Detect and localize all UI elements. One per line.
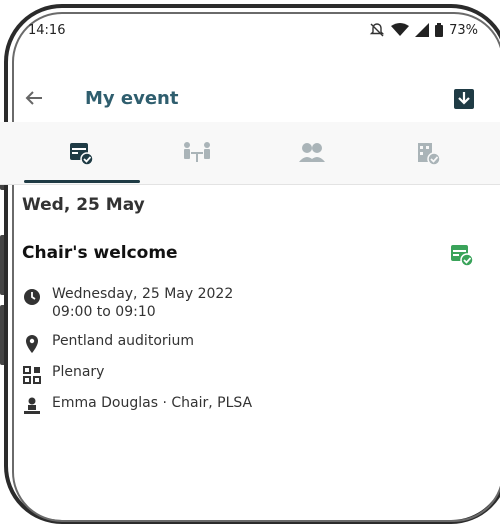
session-time: 09:00 to 09:10 [52,304,156,320]
tab-people[interactable] [298,140,325,166]
signal-icon [415,23,430,37]
session-speaker-row: Emma Douglas · Chair, PLSA [22,394,252,416]
tab-my-sessions[interactable] [68,140,94,166]
page-title: My event [85,88,179,109]
download-icon[interactable] [454,86,474,110]
category-grid-icon [23,366,41,384]
status-time: 14:16 [28,22,66,38]
meeting-icon [184,142,210,162]
clock-icon [24,289,40,305]
session-date: Wednesday, 25 May 2022 [52,286,234,302]
date-header: Wed, 25 May [22,195,145,215]
active-tab-indicator [24,180,140,183]
status-bar: 14:16 73% [28,18,478,42]
session-title[interactable]: Chair's welcome [22,243,178,263]
battery-level: 73% [449,22,478,38]
session-location: Pentland auditorium [52,333,195,349]
status-icons: 73% [369,22,478,38]
wifi-icon [391,23,410,36]
speaker-podium-icon [24,397,40,414]
location-pin-icon [26,335,38,353]
session-speaker: Emma Douglas · Chair, PLSA [52,395,253,411]
people-icon [299,143,325,162]
back-arrow-icon[interactable] [24,88,44,110]
app-bar: My event [0,80,500,122]
tab-exhibitors[interactable] [415,140,441,166]
session-datetime-row: Wednesday, 25 May 2022 09:00 to 09:10 [22,285,233,321]
calendar-added-icon[interactable] [450,243,474,267]
building-check-icon [418,143,441,166]
session-category: Plenary [52,364,105,380]
calendar-check-icon [70,143,94,166]
session-category-row: Plenary [22,363,104,385]
session-location-row: Pentland auditorium [22,332,194,354]
bell-off-icon [369,23,385,37]
tab-bar [0,122,500,185]
battery-icon [435,23,444,37]
tab-meetings[interactable] [183,140,210,166]
